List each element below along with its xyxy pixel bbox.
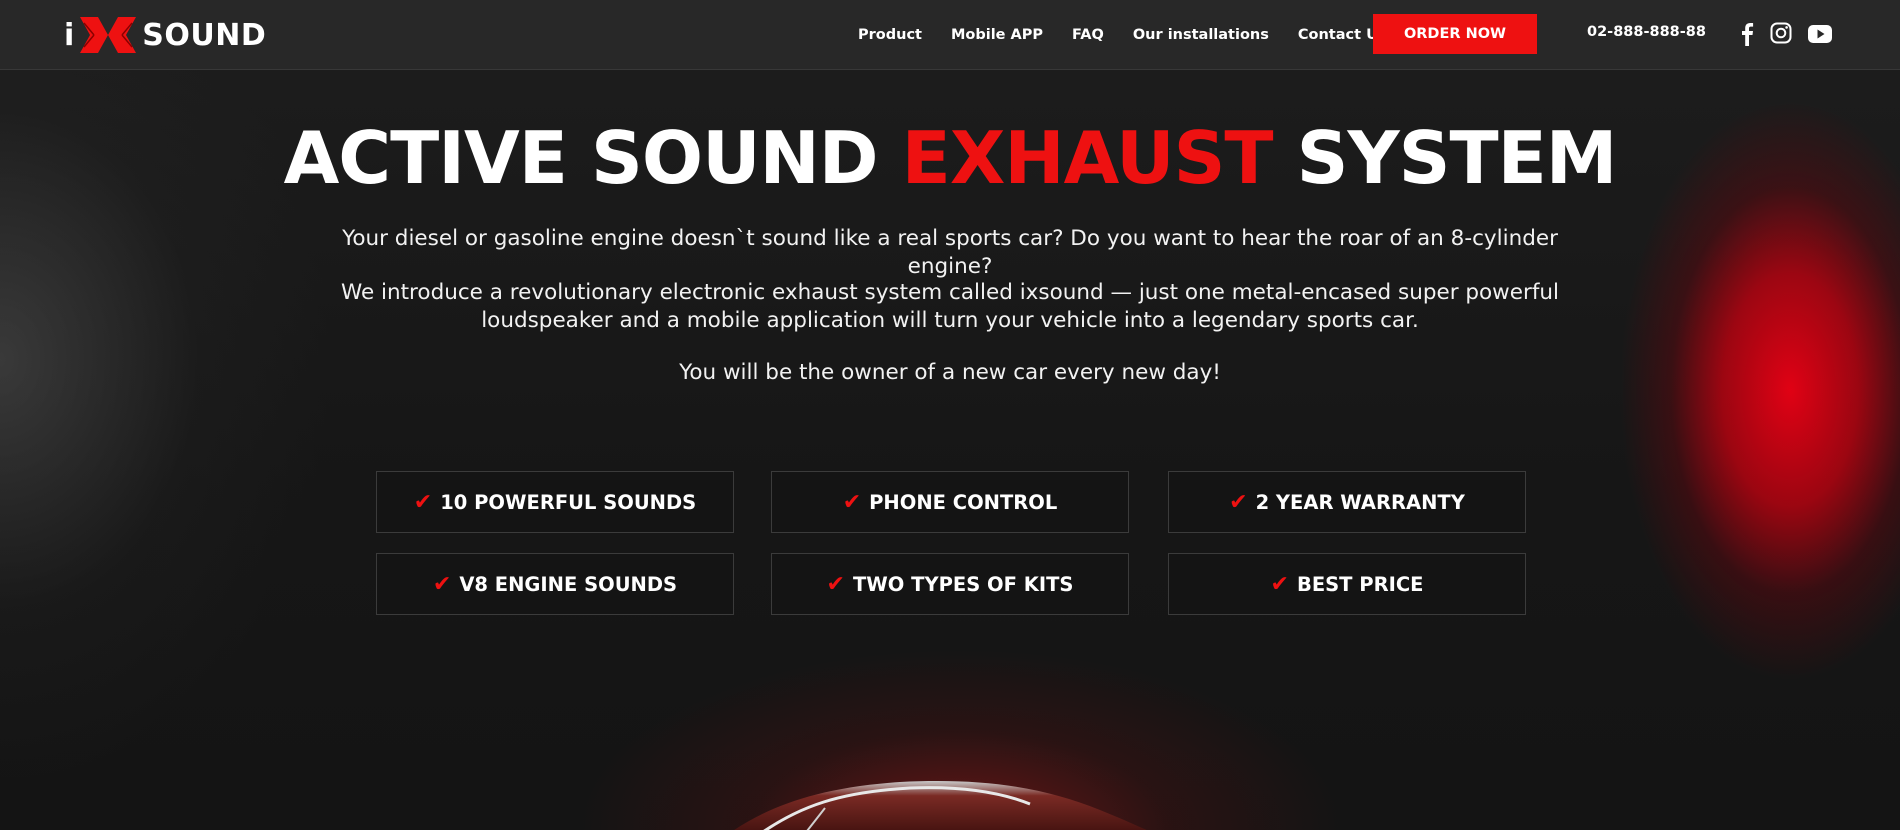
nav-product[interactable]: Product <box>858 27 922 43</box>
logo-prefix: i <box>64 17 75 53</box>
car-image <box>734 781 1147 830</box>
phone-number[interactable]: 02-888-888-88 <box>1587 24 1706 40</box>
logo-name: SOUND <box>142 17 267 53</box>
hero-paragraph-1: Your diesel or gasoline engine doesn`t s… <box>342 226 1558 279</box>
logo[interactable]: i SOUND <box>64 16 266 54</box>
page: i SOUND Product Mobile APP FAQ Our insta… <box>0 0 1900 830</box>
check-icon: ✔ <box>842 489 862 515</box>
order-now-button[interactable]: ORDER NOW <box>1373 14 1537 54</box>
nav-mobile-app[interactable]: Mobile APP <box>951 27 1043 43</box>
feature-item: ✔ V8 ENGINE SOUNDS <box>376 553 734 615</box>
feature-label: V8 ENGINE SOUNDS <box>459 572 678 596</box>
feature-item: ✔ 10 POWERFUL SOUNDS <box>376 471 734 533</box>
instagram-icon[interactable] <box>1770 22 1792 46</box>
feature-item: ✔ 2 YEAR WARRANTY <box>1168 471 1526 533</box>
hero-paragraph-2: We introduce a revolutionary electronic … <box>340 280 1560 333</box>
feature-item: ✔ TWO TYPES OF KITS <box>771 553 1129 615</box>
feature-item: ✔ PHONE CONTROL <box>771 471 1129 533</box>
check-icon: ✔ <box>432 571 452 597</box>
check-icon: ✔ <box>1270 571 1289 597</box>
check-icon: ✔ <box>413 489 433 515</box>
hero-title-part1: ACTIVE SOUND <box>283 116 902 200</box>
hero-paragraph-3: You will be the owner of a new car every… <box>679 360 1221 385</box>
check-icon: ✔ <box>826 571 845 597</box>
feature-label: TWO TYPES OF KITS <box>852 572 1074 596</box>
social-links <box>1740 22 1848 46</box>
facebook-icon[interactable] <box>1740 22 1754 46</box>
youtube-icon[interactable] <box>1808 22 1832 46</box>
hero-title-accent: EXHAUST <box>901 116 1274 200</box>
feature-label: 10 POWERFUL SOUNDS <box>440 490 697 514</box>
main-nav: Product Mobile APP FAQ Our installations… <box>858 0 1416 70</box>
nav-our-installations[interactable]: Our installations <box>1133 27 1269 43</box>
site-header: i SOUND Product Mobile APP FAQ Our insta… <box>0 0 1900 70</box>
feature-label: PHONE CONTROL <box>869 490 1058 514</box>
feature-label: BEST PRICE <box>1296 572 1424 596</box>
hero-title: ACTIVE SOUND EXHAUST SYSTEM <box>0 118 1900 198</box>
feature-label: 2 YEAR WARRANTY <box>1255 490 1465 514</box>
check-icon: ✔ <box>1229 489 1248 515</box>
feature-item: ✔ BEST PRICE <box>1168 553 1526 615</box>
logo-mark-icon <box>80 17 137 53</box>
nav-faq[interactable]: FAQ <box>1072 27 1104 43</box>
hero-title-part2: SYSTEM <box>1272 116 1618 200</box>
